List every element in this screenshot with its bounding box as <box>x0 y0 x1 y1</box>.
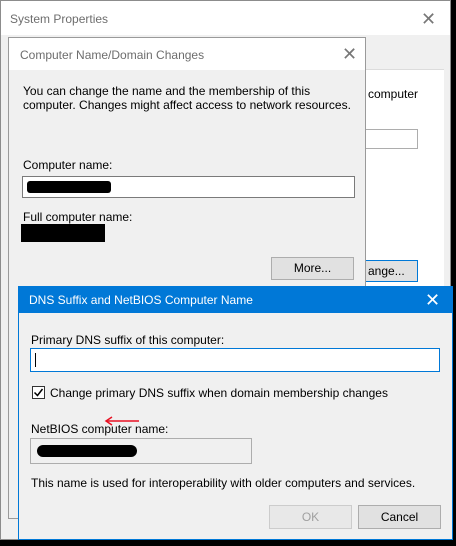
computer-name-description: You can change the name and the membersh… <box>23 84 351 112</box>
primary-dns-suffix-input[interactable] <box>30 348 440 426</box>
ok-button[interactable]: OK <box>269 505 352 529</box>
netbios-note: This name is used for interoperability w… <box>31 476 416 490</box>
netbios-name-field <box>30 438 252 464</box>
primary-dns-suffix-label: Primary DNS suffix of this computer: <box>31 333 225 347</box>
computer-name-label: Computer name: <box>23 158 113 172</box>
more-button[interactable]: More... <box>271 257 354 280</box>
system-properties-content-area <box>356 69 444 288</box>
change-dns-suffix-label[interactable]: Change primary DNS suffix when domain me… <box>50 386 388 400</box>
system-properties-title: System Properties <box>10 12 109 26</box>
system-properties-titlebar[interactable]: System Properties ✕ <box>1 1 450 35</box>
cancel-button[interactable]: Cancel <box>358 505 441 529</box>
computer-name-title: Computer Name/Domain Changes <box>20 48 205 62</box>
checkmark-icon <box>33 388 44 397</box>
system-properties-partial-field[interactable] <box>361 129 418 149</box>
close-icon[interactable]: ✕ <box>342 45 357 63</box>
redacted-netbios-name <box>37 445 137 457</box>
close-icon[interactable]: ✕ <box>421 10 436 28</box>
dns-suffix-title: DNS Suffix and NetBIOS Computer Name <box>29 293 253 307</box>
change-button[interactable]: ange... <box>361 260 418 282</box>
dns-suffix-dialog: DNS Suffix and NetBIOS Computer Name ✕ P… <box>18 286 453 540</box>
computer-name-titlebar[interactable]: Computer Name/Domain Changes ✕ <box>9 38 365 70</box>
close-icon[interactable]: ✕ <box>425 290 440 311</box>
netbios-name-label: NetBIOS computer name: <box>31 422 169 436</box>
computer-name-input[interactable] <box>22 176 355 198</box>
change-dns-suffix-checkbox[interactable] <box>32 386 45 399</box>
redacted-full-computer-name <box>21 224 105 242</box>
text-caret <box>35 353 36 367</box>
dns-suffix-titlebar[interactable]: DNS Suffix and NetBIOS Computer Name ✕ <box>19 287 452 313</box>
full-computer-name-label: Full computer name: <box>23 210 133 224</box>
redacted-computer-name <box>27 181 111 193</box>
system-properties-partial-text: computer <box>368 87 419 101</box>
